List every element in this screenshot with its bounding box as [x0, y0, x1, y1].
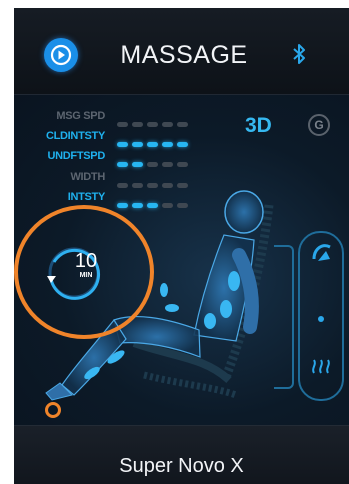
setting-level-msg-spd[interactable]: [117, 114, 192, 127]
remote-control-panel: [298, 231, 344, 401]
setting-label-msg-spd: MSG SPD: [56, 110, 105, 122]
setting-level-width[interactable]: [117, 175, 192, 188]
page-title: MASSAGE: [120, 41, 248, 69]
setting-label-width: WIDTH: [70, 171, 105, 183]
timer-minutes-value: 10: [74, 250, 98, 272]
setting-label-undftspd: UNDFTSPD: [47, 150, 106, 162]
remote-bracket: [274, 245, 294, 389]
play-button[interactable]: [44, 38, 78, 72]
setting-level-intsty[interactable]: [117, 195, 192, 208]
setting-label-cldintsty: CLDINTSTY: [45, 130, 105, 142]
refresh-arrow-icon: [47, 276, 56, 283]
mode-3d-badge[interactable]: 3D: [245, 114, 272, 138]
setting-level-undftspd[interactable]: [117, 154, 192, 167]
header-bar: MASSAGE: [14, 8, 349, 95]
bluetooth-icon[interactable]: [293, 43, 305, 65]
remote-control-icons: [312, 244, 331, 374]
app-frame: MASSAGE MSG SPD CLDINTSTY UNDFTSPD WIDTH…: [14, 8, 349, 484]
play-circle-icon: [50, 44, 72, 66]
timer-unit-label: MIN: [79, 272, 93, 279]
setting-label-intsty: INTSTY: [67, 191, 106, 203]
setting-level-cldintsty[interactable]: [117, 134, 192, 147]
power-indicator-icon[interactable]: [45, 402, 61, 418]
g-mode-icon[interactable]: G: [308, 114, 330, 136]
model-name: Super Novo X: [119, 455, 244, 477]
